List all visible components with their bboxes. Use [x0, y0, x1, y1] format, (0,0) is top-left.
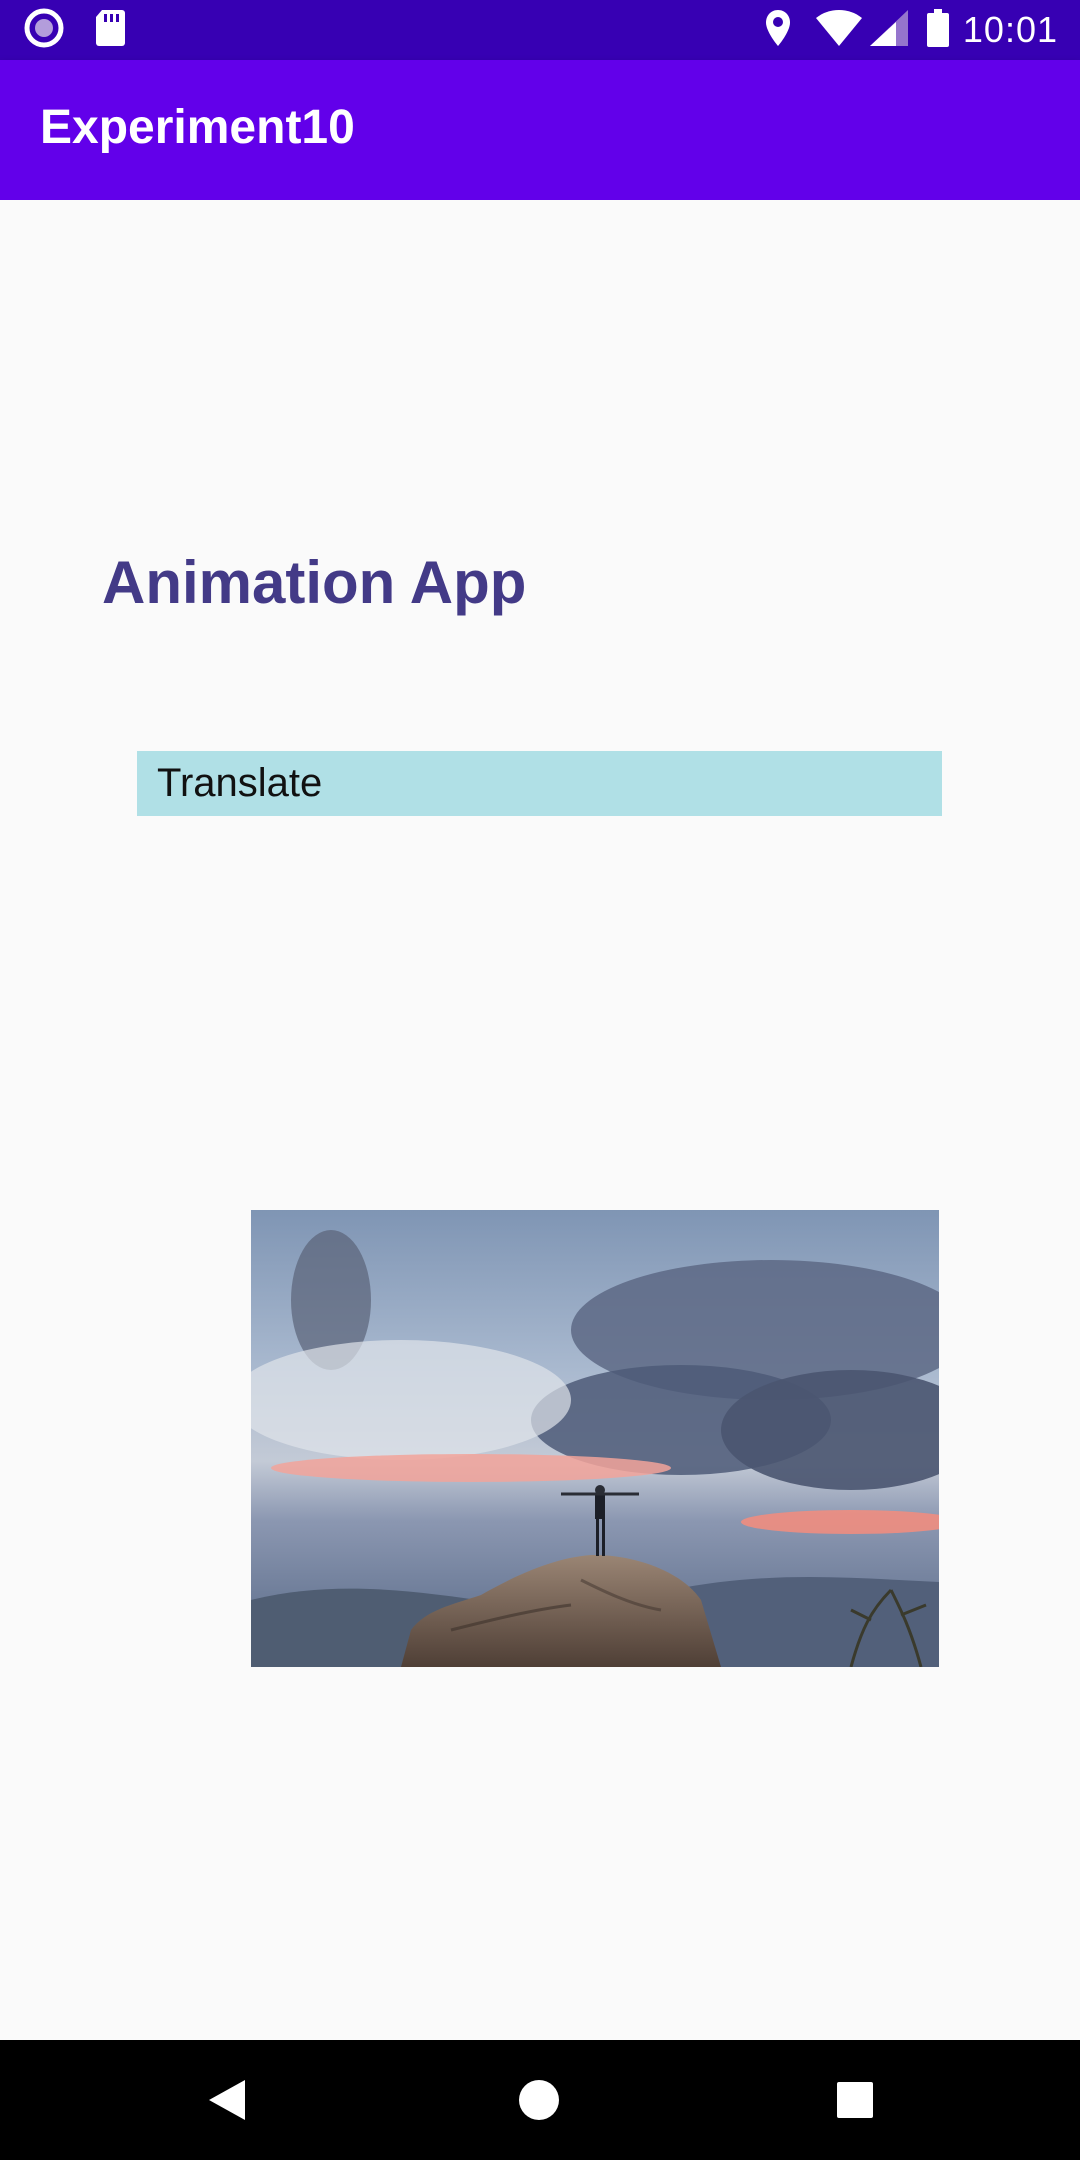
navigation-bar [0, 2040, 1080, 2160]
radio-icon [24, 8, 64, 53]
clock-time: 10:01 [962, 9, 1058, 50]
back-icon[interactable] [197, 2070, 257, 2130]
wifi-icon [815, 9, 863, 52]
location-icon [765, 9, 791, 52]
signal-icon [869, 9, 909, 52]
app-title: Experiment10 [40, 101, 355, 154]
translate-button[interactable]: Translate [137, 751, 942, 816]
battery-icon [926, 8, 949, 52]
app-bar: Experiment10 [0, 60, 1080, 200]
recents-icon[interactable] [825, 2070, 885, 2130]
page-heading: Animation App [102, 549, 527, 616]
mountain-photo [251, 1210, 939, 1667]
main-content: Animation App Translate [0, 200, 1080, 2040]
sd-card-icon [94, 8, 126, 53]
status-bar: 10:01 [0, 0, 1080, 60]
home-icon[interactable] [509, 2070, 569, 2130]
